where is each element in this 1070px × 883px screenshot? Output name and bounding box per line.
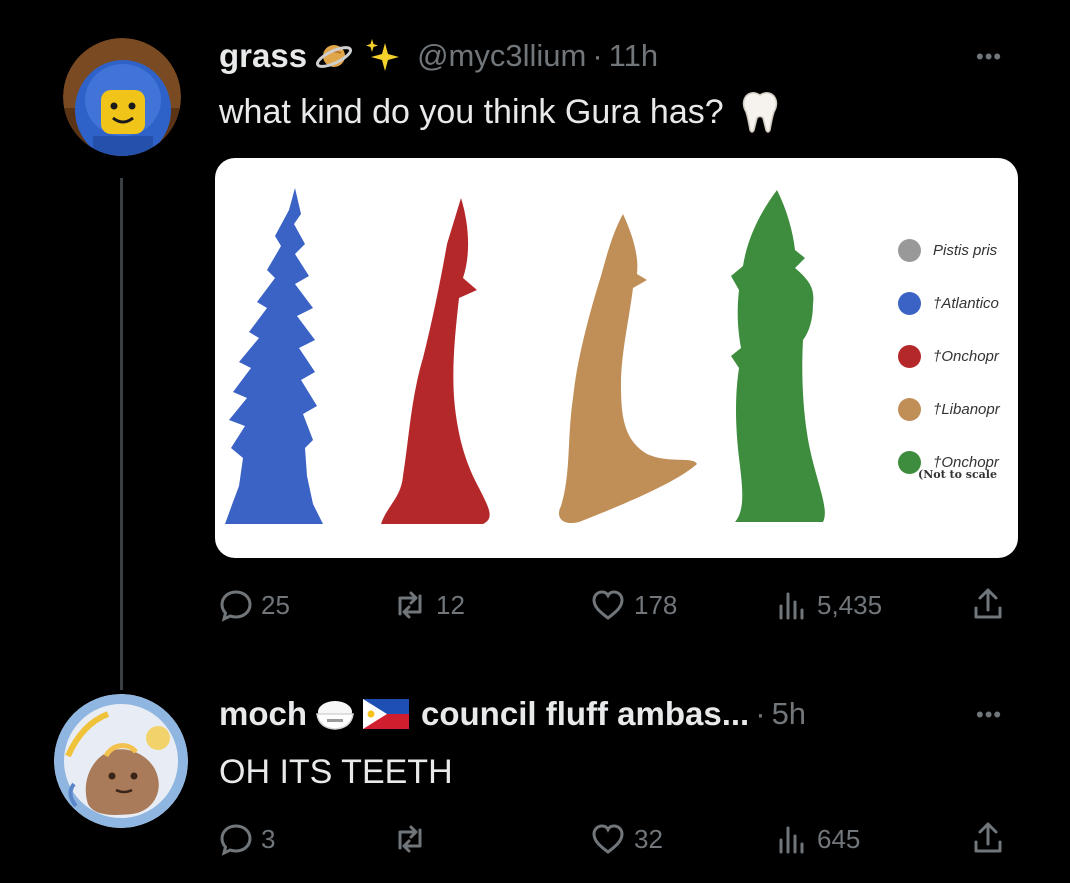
reply-icon (220, 824, 252, 856)
red-tooth-shape (381, 198, 490, 524)
reply-button[interactable]: 25 (219, 588, 290, 622)
share-button[interactable] (970, 820, 1014, 856)
handle[interactable]: @myc3llium (417, 38, 586, 74)
share-icon (974, 822, 1002, 853)
legend-label: †Libanopr (933, 401, 1000, 418)
like-button[interactable]: 32 (590, 822, 663, 856)
scale-note: (Not to scale (918, 468, 997, 481)
like-button[interactable]: 178 (590, 588, 677, 622)
reply-button[interactable]: 3 (219, 822, 275, 856)
reply-icon (220, 590, 252, 622)
heart-icon (592, 824, 624, 854)
retweet-icon (398, 825, 422, 853)
legend-label: †Onchopr (933, 348, 999, 365)
tweet-text: OH ITS TEETH (219, 752, 453, 791)
separator-dot: · (755, 696, 766, 731)
ringed-planet-icon (315, 37, 353, 75)
more-options-button[interactable]: ••• (976, 702, 1002, 728)
tweet-header: grass @myc3llium · 11h (219, 34, 658, 78)
timestamp[interactable]: 5h (772, 696, 806, 732)
legend-item: Pistis pris (898, 224, 1000, 277)
legend-swatch (898, 292, 921, 315)
like-count: 178 (634, 589, 678, 620)
like-count: 32 (634, 823, 663, 854)
avatar[interactable] (54, 694, 188, 828)
reply-count: 25 (261, 589, 290, 620)
legend-item: †Onchopr (898, 330, 1000, 383)
tan-tooth-shape (559, 214, 697, 524)
blue-tooth-shape (225, 188, 323, 524)
heart-icon (592, 590, 624, 620)
green-tooth-shape (731, 190, 825, 522)
views-icon (779, 592, 804, 620)
display-name[interactable]: moch (219, 695, 307, 733)
legend-swatch (898, 239, 921, 262)
views-button[interactable]: 5,435 (775, 588, 882, 622)
share-button[interactable] (970, 586, 1014, 622)
retweet-button[interactable]: 12 (392, 588, 465, 622)
tooth-icon (740, 90, 780, 134)
tweet-body: OH ITS TEETH (219, 750, 453, 794)
display-name[interactable]: grass (219, 37, 307, 75)
tweet-header: moch council fluff ambas... · 5h (219, 692, 806, 736)
tweet-text: what kind do you think Gura has? (219, 92, 724, 131)
tweet-body: what kind do you think Gura has? (219, 90, 780, 134)
timestamp[interactable]: 11h (609, 38, 658, 74)
legend-label: Pistis pris (933, 242, 998, 259)
philippines-flag-icon (363, 699, 410, 729)
legend-item: †Onchopr (898, 436, 1000, 489)
views-button[interactable]: 645 (775, 822, 860, 856)
sparkles-icon (363, 37, 401, 75)
legend-swatch (898, 345, 921, 368)
display-name-suffix[interactable]: council fluff ambas... (421, 695, 749, 733)
view-count: 5,435 (817, 589, 883, 620)
retweet-count: 12 (436, 589, 465, 620)
share-icon (974, 588, 1002, 619)
views-icon (779, 826, 804, 854)
legend-item: †Libanopr (898, 383, 1000, 436)
view-count: 645 (817, 823, 861, 854)
separator-dot: · (592, 38, 603, 73)
thread-connector-line (120, 178, 123, 690)
legend-label: †Atlantico (933, 295, 999, 312)
retweet-icon (398, 591, 422, 619)
chart-legend: Pistis pris †Atlantico †Onchopr †Libanop… (898, 224, 1000, 489)
reply-count: 3 (261, 823, 276, 854)
more-options-button[interactable]: ••• (976, 44, 1002, 70)
rice-bowl-icon (315, 696, 355, 732)
attached-image[interactable]: Pistis pris †Atlantico †Onchopr †Libanop… (215, 158, 1018, 558)
retweet-button[interactable] (392, 822, 436, 856)
avatar[interactable] (63, 38, 181, 156)
legend-item: †Atlantico (898, 277, 1000, 330)
legend-swatch (898, 398, 921, 421)
